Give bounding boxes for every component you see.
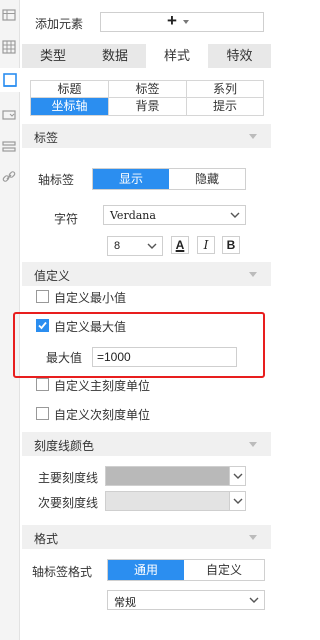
section-title: 刻度线颜色 — [34, 439, 95, 453]
major-grid-color-swatch — [106, 467, 229, 485]
section-title: 标签 — [34, 131, 59, 145]
list-icon[interactable] — [2, 140, 16, 154]
subtab-series[interactable]: 系列 — [187, 81, 263, 98]
format-custom[interactable]: 自定义 — [184, 560, 264, 580]
font-size-value: 8 — [114, 240, 121, 252]
left-toolbar — [0, 0, 20, 640]
major-grid-label: 主要刻度线 — [38, 471, 99, 485]
minor-grid-color-swatch — [106, 492, 229, 510]
chevron-down-icon — [146, 240, 158, 252]
minor-grid-label: 次要刻度线 — [38, 496, 99, 510]
font-label: 字符 — [54, 212, 79, 226]
section-title: 值定义 — [34, 269, 71, 283]
format-type-value: 常规 — [114, 597, 136, 609]
custom-minor-label: 自定义次刻度单位 — [54, 408, 151, 422]
section-value-def-header[interactable]: 值定义 — [22, 262, 271, 286]
link-icon[interactable] — [2, 170, 16, 184]
property-panel: 添加元素 + 类型 数据 样式 特效 标题 标签 系列 坐标轴 背景 提示 标签… — [22, 0, 271, 640]
axis-label-label: 轴标签 — [38, 173, 75, 187]
add-element-row: 添加元素 + — [22, 10, 271, 34]
section-label-header[interactable]: 标签 — [22, 124, 271, 148]
subtab-label[interactable]: 标签 — [109, 81, 187, 98]
collapse-icon[interactable] — [249, 442, 257, 447]
custom-minor-checkbox[interactable] — [36, 407, 49, 420]
format-type-select[interactable]: 常规 — [107, 590, 265, 610]
custom-major-checkbox[interactable] — [36, 378, 49, 391]
axis-label-hide[interactable]: 隐藏 — [169, 169, 245, 189]
subtab-background[interactable]: 背景 — [109, 98, 187, 115]
table-icon[interactable] — [2, 8, 16, 22]
section-grid-color-header[interactable]: 刻度线颜色 — [22, 432, 271, 456]
font-color-button[interactable]: A — [171, 236, 189, 254]
subtab-axis[interactable]: 坐标轴 — [31, 98, 109, 115]
custom-min-checkbox[interactable] — [36, 290, 49, 303]
custom-max-checkbox[interactable] — [36, 319, 49, 332]
plus-icon: + — [167, 11, 177, 30]
axis-label-show[interactable]: 显示 — [93, 169, 169, 189]
major-grid-color-select[interactable] — [105, 466, 246, 486]
custom-max-label: 自定义最大值 — [54, 320, 127, 334]
section-title: 格式 — [34, 532, 59, 546]
caret-down-icon — [183, 20, 189, 24]
custom-min-label: 自定义最小值 — [54, 291, 127, 305]
collapse-icon[interactable] — [249, 535, 257, 540]
tab-data[interactable]: 数据 — [84, 44, 146, 68]
chevron-down-icon — [229, 209, 241, 221]
tab-effects[interactable]: 特效 — [208, 44, 271, 68]
max-value-input[interactable] — [92, 347, 237, 367]
format-general[interactable]: 通用 — [108, 560, 184, 580]
dropdown-icon[interactable] — [2, 108, 16, 122]
format-mode-toggle: 通用 自定义 — [107, 559, 265, 581]
max-value-label: 最大值 — [46, 351, 83, 365]
collapse-icon[interactable] — [249, 134, 257, 139]
custom-major-label: 自定义主刻度单位 — [54, 379, 151, 393]
font-family-select[interactable]: Verdana — [103, 205, 246, 225]
bold-button[interactable]: B — [222, 236, 240, 254]
chevron-down-icon — [229, 467, 245, 485]
minor-grid-color-select[interactable] — [105, 491, 246, 511]
sub-tab-grid: 标题 标签 系列 坐标轴 背景 提示 — [30, 80, 264, 116]
subtab-tooltip[interactable]: 提示 — [187, 98, 263, 115]
axis-label-toggle: 显示 隐藏 — [92, 168, 246, 190]
font-size-select[interactable]: 8 — [107, 236, 163, 256]
main-tab-bar: 类型 数据 样式 特效 — [22, 44, 271, 68]
collapse-icon[interactable] — [249, 272, 257, 277]
italic-button[interactable]: I — [197, 236, 215, 254]
axis-label-format-label: 轴标签格式 — [32, 565, 93, 579]
subtab-title[interactable]: 标题 — [31, 81, 109, 98]
grid-icon[interactable] — [2, 40, 16, 54]
section-format-header[interactable]: 格式 — [22, 525, 271, 549]
font-family-value: Verdana — [110, 209, 156, 222]
chevron-down-icon — [248, 594, 260, 606]
chart-icon[interactable] — [0, 68, 20, 92]
tab-type[interactable]: 类型 — [22, 44, 84, 68]
add-element-select[interactable]: + — [100, 11, 264, 32]
tab-style[interactable]: 样式 — [146, 44, 208, 68]
add-element-label: 添加元素 — [35, 17, 84, 31]
chevron-down-icon — [229, 492, 245, 510]
